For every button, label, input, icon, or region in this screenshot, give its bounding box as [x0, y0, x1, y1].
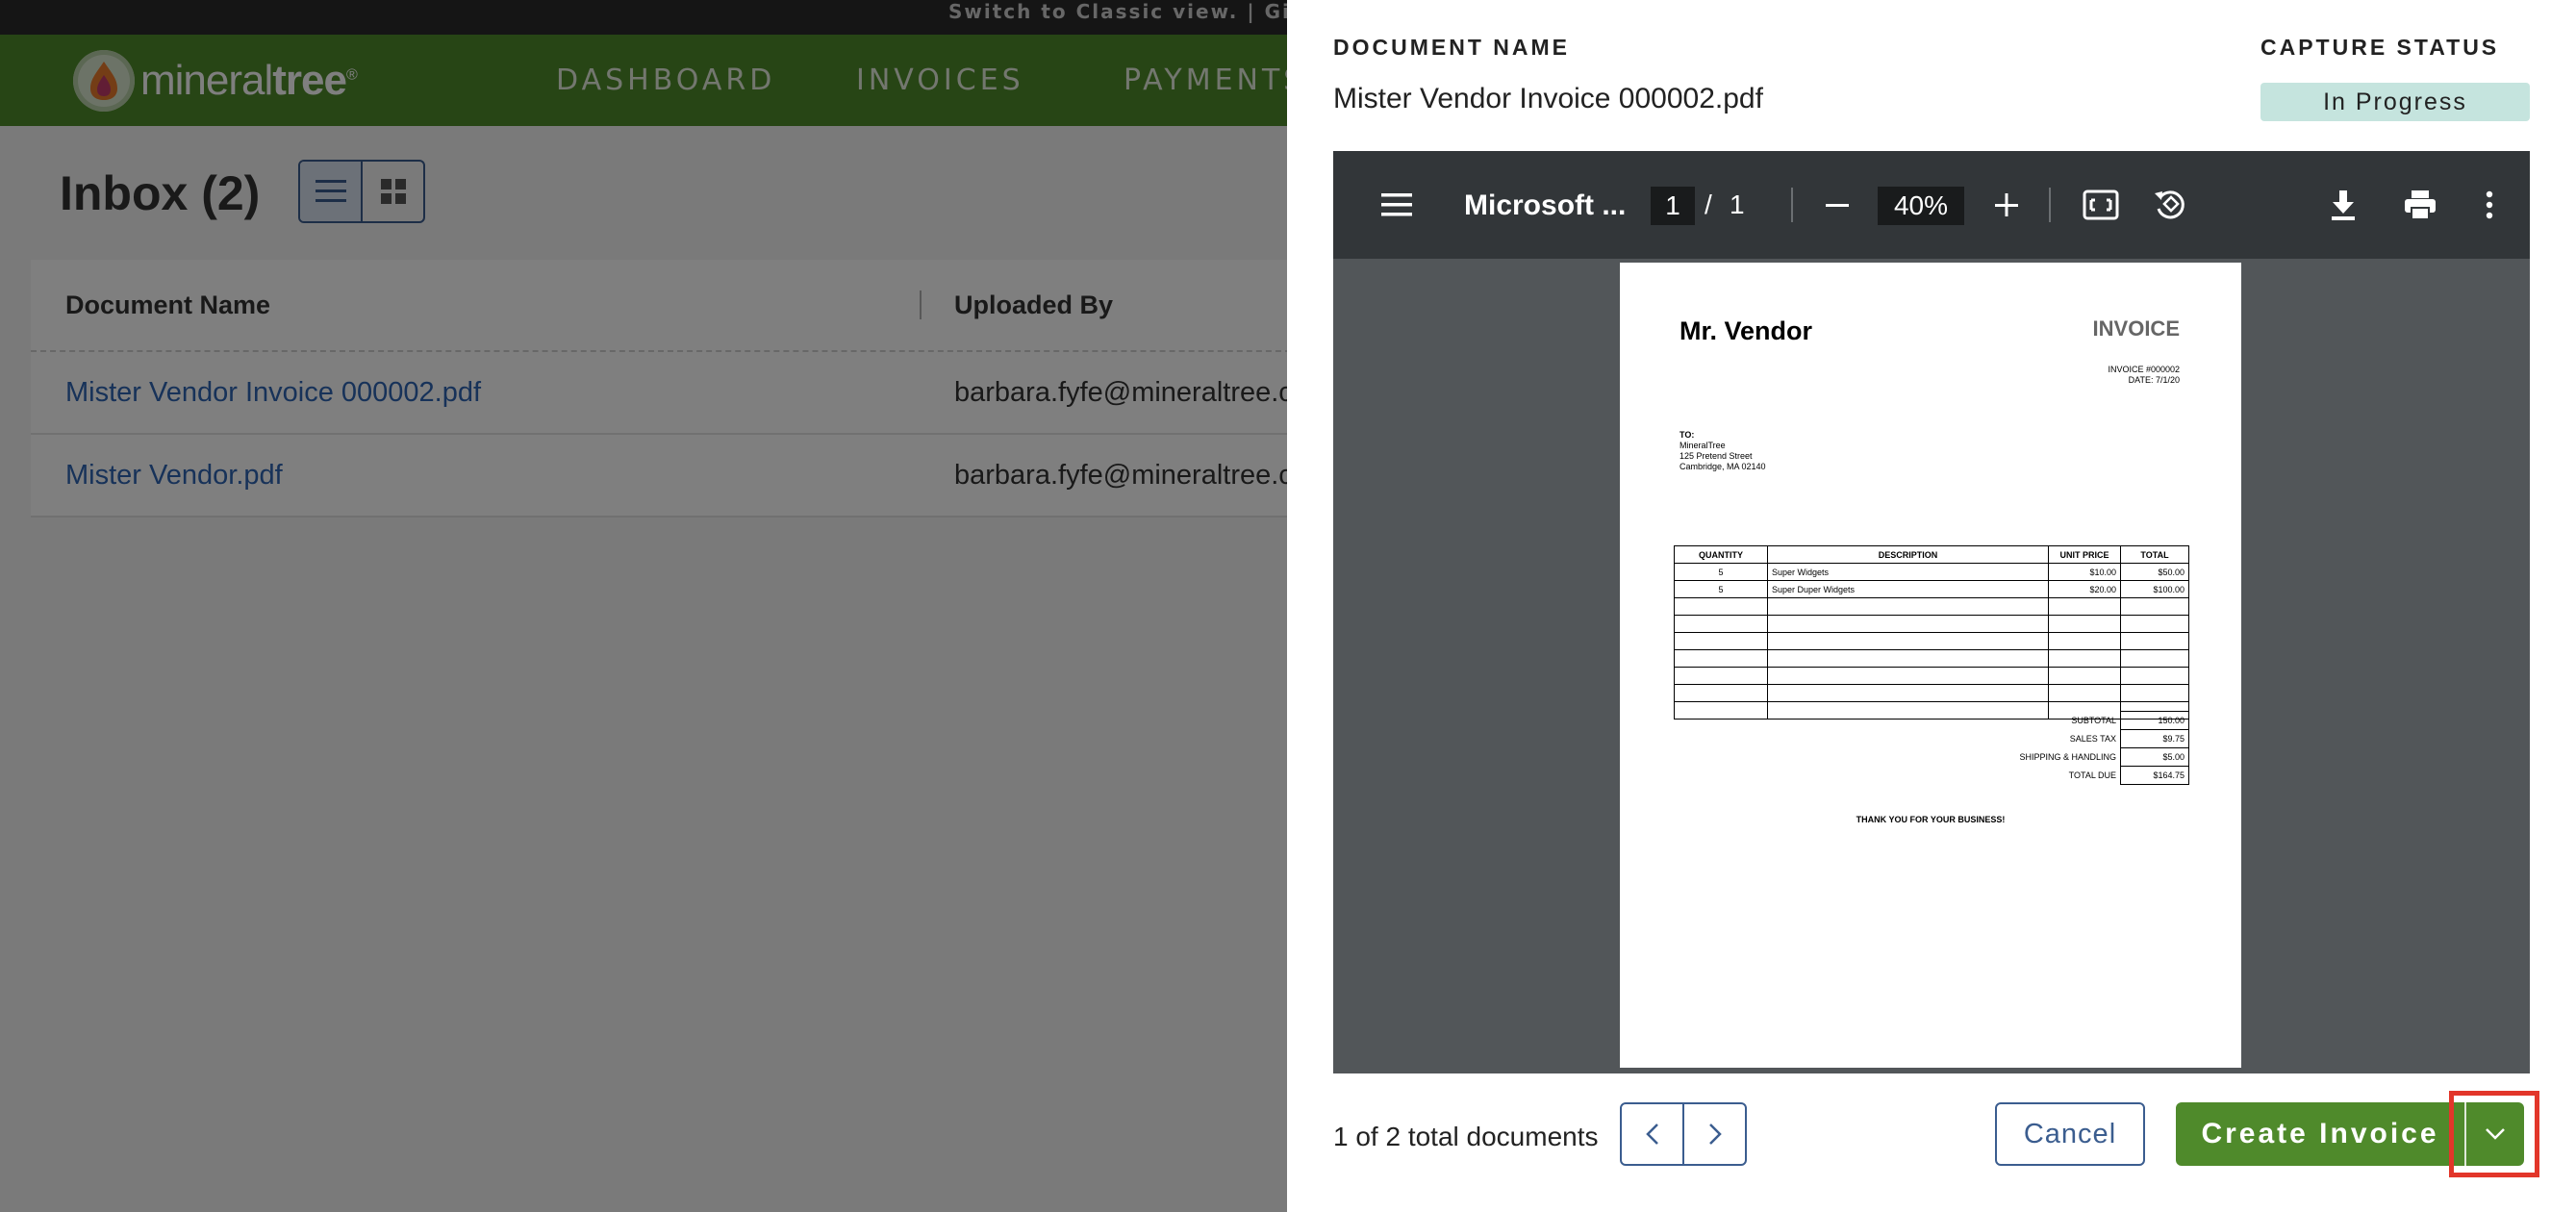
minus-icon: [1826, 204, 1849, 207]
fit-to-page-icon: [2083, 189, 2119, 220]
item-total: $50.00: [2120, 563, 2189, 581]
shipping-value: $5.00: [2120, 747, 2189, 767]
header-description: DESCRIPTION: [1767, 545, 2049, 564]
document-pager: [1620, 1102, 1747, 1166]
to-label: TO:: [1679, 430, 1695, 440]
cancel-button[interactable]: Cancel: [1995, 1102, 2145, 1166]
chevron-left-icon: [1645, 1124, 1658, 1145]
invoice-date: DATE: 7/1/20: [2128, 375, 2180, 385]
empty-row: [1674, 597, 2189, 616]
more-vertical-icon: [2486, 190, 2493, 219]
download-button[interactable]: [2326, 188, 2361, 222]
next-document-button[interactable]: [1684, 1104, 1745, 1164]
rotate-button[interactable]: [2151, 188, 2189, 222]
pdf-viewer: Microsoft ... 1 / 1 40% Mr. Vendor INVOI…: [1333, 151, 2530, 1073]
item-unit-price: $20.00: [2048, 580, 2121, 598]
tax-value: $9.75: [2120, 729, 2189, 748]
line-item: 5 Super Widgets $10.00 $50.00: [1674, 563, 2189, 581]
header-total: TOTAL: [2120, 545, 2189, 564]
empty-row: [1674, 632, 2189, 650]
hamburger-menu-icon: [1381, 193, 1412, 216]
tax-label: SALES TAX: [2069, 734, 2116, 744]
fit-page-button[interactable]: [2082, 188, 2120, 222]
pdf-title: Microsoft ...: [1464, 189, 1627, 221]
page-total: 1: [1730, 189, 1745, 219]
document-name-label: DOCUMENT NAME: [1333, 35, 1570, 60]
toolbar-divider: [1791, 188, 1793, 222]
menu-button[interactable]: [1379, 188, 1414, 222]
invoice-vendor: Mr. Vendor: [1679, 316, 1813, 345]
to-line: 125 Pretend Street: [1679, 451, 1753, 461]
item-qty: 5: [1674, 563, 1768, 581]
capture-status-label: CAPTURE STATUS: [2260, 35, 2500, 60]
invoice-meta: INVOICE #000002 DATE: 7/1/20: [2108, 365, 2180, 386]
total-due-value: $164.75: [2120, 766, 2189, 785]
pdf-toolbar: Microsoft ... 1 / 1 40%: [1333, 151, 2530, 259]
page-separator: /: [1705, 189, 1712, 219]
invoice-line-items: QUANTITY DESCRIPTION UNIT PRICE TOTAL 5 …: [1674, 545, 2189, 720]
page-number-input[interactable]: 1: [1651, 187, 1695, 225]
pdf-page: Mr. Vendor INVOICE INVOICE #000002 DATE:…: [1620, 263, 2241, 1068]
previous-document-button[interactable]: [1622, 1104, 1684, 1164]
highlight-box: [2449, 1091, 2539, 1177]
item-desc: Super Duper Widgets: [1767, 580, 2049, 598]
item-qty: 5: [1674, 580, 1768, 598]
subtotal-value: 150.00: [2120, 711, 2189, 730]
more-options-button[interactable]: [2480, 188, 2499, 222]
header-quantity: QUANTITY: [1674, 545, 1768, 564]
create-invoice-button[interactable]: Create Invoice: [2176, 1102, 2464, 1166]
rotate-icon: [2155, 190, 2185, 219]
subtotal-label: SUBTOTAL: [2071, 716, 2116, 725]
empty-row: [1674, 684, 2189, 702]
item-total: $100.00: [2120, 580, 2189, 598]
download-icon: [2332, 190, 2355, 220]
print-button[interactable]: [2401, 188, 2439, 222]
document-count: 1 of 2 total documents: [1333, 1122, 1599, 1151]
empty-row: [1674, 667, 2189, 685]
zoom-level-input[interactable]: 40%: [1878, 187, 1964, 225]
zoom-in-button[interactable]: [1991, 189, 2022, 220]
line-item: 5 Super Duper Widgets $20.00 $100.00: [1674, 580, 2189, 598]
zoom-out-button[interactable]: [1822, 189, 1853, 220]
invoice-number: INVOICE #000002: [2108, 365, 2180, 374]
item-unit-price: $10.00: [2048, 563, 2121, 581]
chevron-right-icon: [1708, 1124, 1722, 1145]
empty-row: [1674, 649, 2189, 668]
total-due-label: TOTAL DUE: [2068, 770, 2116, 780]
invoice-thanks: THANK YOU FOR YOUR BUSINESS!: [1856, 815, 2006, 824]
status-badge: In Progress: [2260, 83, 2530, 121]
to-line: Cambridge, MA 02140: [1679, 462, 1766, 471]
print-icon: [2405, 190, 2436, 220]
toolbar-divider: [2049, 188, 2051, 222]
invoice-recipient: TO: MineralTree 125 Pretend Street Cambr…: [1679, 430, 1766, 472]
empty-row: [1674, 615, 2189, 633]
to-line: MineralTree: [1679, 441, 1726, 450]
modal-overlay[interactable]: [0, 0, 1287, 1212]
invoice-title: INVOICE: [2092, 316, 2180, 341]
header-unit-price: UNIT PRICE: [2048, 545, 2121, 564]
shipping-label: SHIPPING & HANDLING: [2019, 752, 2116, 762]
document-drawer: DOCUMENT NAME Mister Vendor Invoice 0000…: [1287, 0, 2576, 1212]
document-name: Mister Vendor Invoice 000002.pdf: [1333, 83, 1763, 114]
item-desc: Super Widgets: [1767, 563, 2049, 581]
invoice-totals: SUBTOTAL 150.00 SALES TAX $9.75 SHIPPING &…: [1674, 711, 2189, 785]
plus-icon: [1995, 193, 2018, 216]
